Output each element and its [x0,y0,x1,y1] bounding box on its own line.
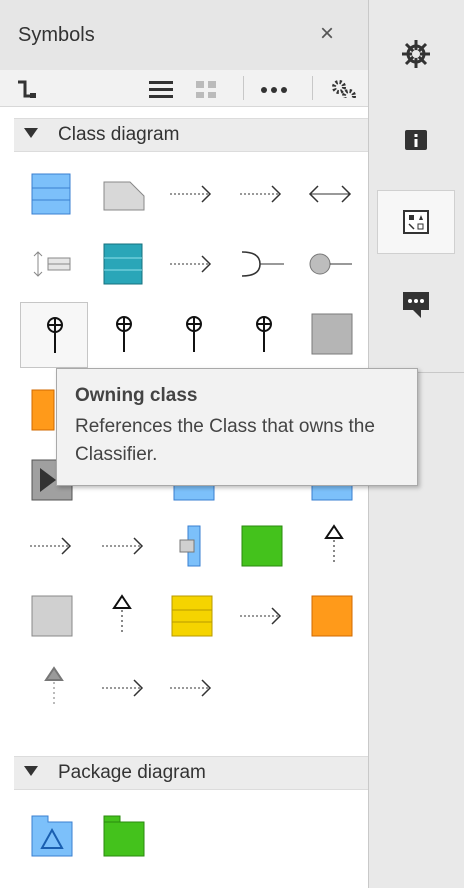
generalization-symbol[interactable] [304,518,364,574]
rail-comment-button[interactable] [377,272,455,336]
section-class-diagram[interactable]: Class diagram [14,118,368,152]
dependency-arrow-symbol[interactable] [164,166,224,222]
symbols-icon [403,210,429,234]
panel-titlebar: Symbols × [0,0,368,70]
realization-arrow-symbol[interactable] [234,166,294,222]
gray-box-symbol[interactable] [24,588,84,644]
more-icon[interactable] [259,78,291,98]
owning-class-symbol[interactable] [94,306,154,362]
owning-class-symbol[interactable] [234,306,294,362]
dependency-arrow-symbol[interactable] [164,660,224,716]
toolbar-separator [243,76,244,100]
grid-view-icon[interactable] [194,78,220,98]
class-symbol[interactable] [24,166,84,222]
collapse-triangle-icon [24,766,38,776]
section-label: Class diagram [58,124,180,145]
green-box-symbol[interactable] [234,518,294,574]
provided-interface-symbol[interactable] [300,236,360,292]
orange-box-symbol[interactable] [304,588,364,644]
close-icon[interactable]: × [320,20,334,48]
collapse-triangle-icon [24,128,38,138]
package-symbol[interactable] [96,808,156,864]
note-symbol[interactable] [96,166,156,222]
required-interface-symbol[interactable] [234,236,294,292]
tooltip-body: References the Class that owns the Class… [75,416,375,465]
settings-gears-icon[interactable] [330,78,358,98]
attribute-symbol[interactable] [24,236,84,292]
comment-icon [403,292,429,318]
yellow-class-symbol[interactable] [164,588,224,644]
connector-icon[interactable] [16,78,38,98]
gray-box-symbol[interactable] [304,306,364,362]
gear-icon [402,40,430,68]
dependency-arrow-symbol[interactable] [96,518,156,574]
dependency-arrow-symbol[interactable] [24,518,84,574]
toolbar-separator [312,76,313,100]
usage-arrow-symbol[interactable] [164,236,224,292]
generalization-gray-symbol[interactable] [24,660,84,716]
rail-symbols-button[interactable] [377,190,455,254]
package-import-symbol[interactable] [24,808,84,864]
list-view-icon[interactable] [148,78,174,98]
dependency-arrow-symbol[interactable] [96,660,156,716]
port-symbol[interactable] [164,518,224,574]
section-label: Package diagram [58,762,206,783]
panel-toolbar [0,70,368,107]
panel-title: Symbols [18,24,95,46]
info-icon [405,130,427,150]
owning-class-symbol[interactable] [164,306,224,362]
dependency-arrow-symbol[interactable] [234,588,294,644]
bidirectional-arrow-symbol[interactable] [300,166,360,222]
owning-class-symbol[interactable] [20,302,88,368]
interface-class-symbol[interactable] [96,236,156,292]
owning-class-tooltip: Owning class References the Class that o… [56,368,418,486]
rail-gear-button[interactable] [377,22,455,86]
tooltip-title: Owning class [75,385,198,406]
generalization-symbol[interactable] [96,588,156,644]
rail-info-button[interactable] [377,108,455,172]
section-package-diagram[interactable]: Package diagram [14,756,368,790]
